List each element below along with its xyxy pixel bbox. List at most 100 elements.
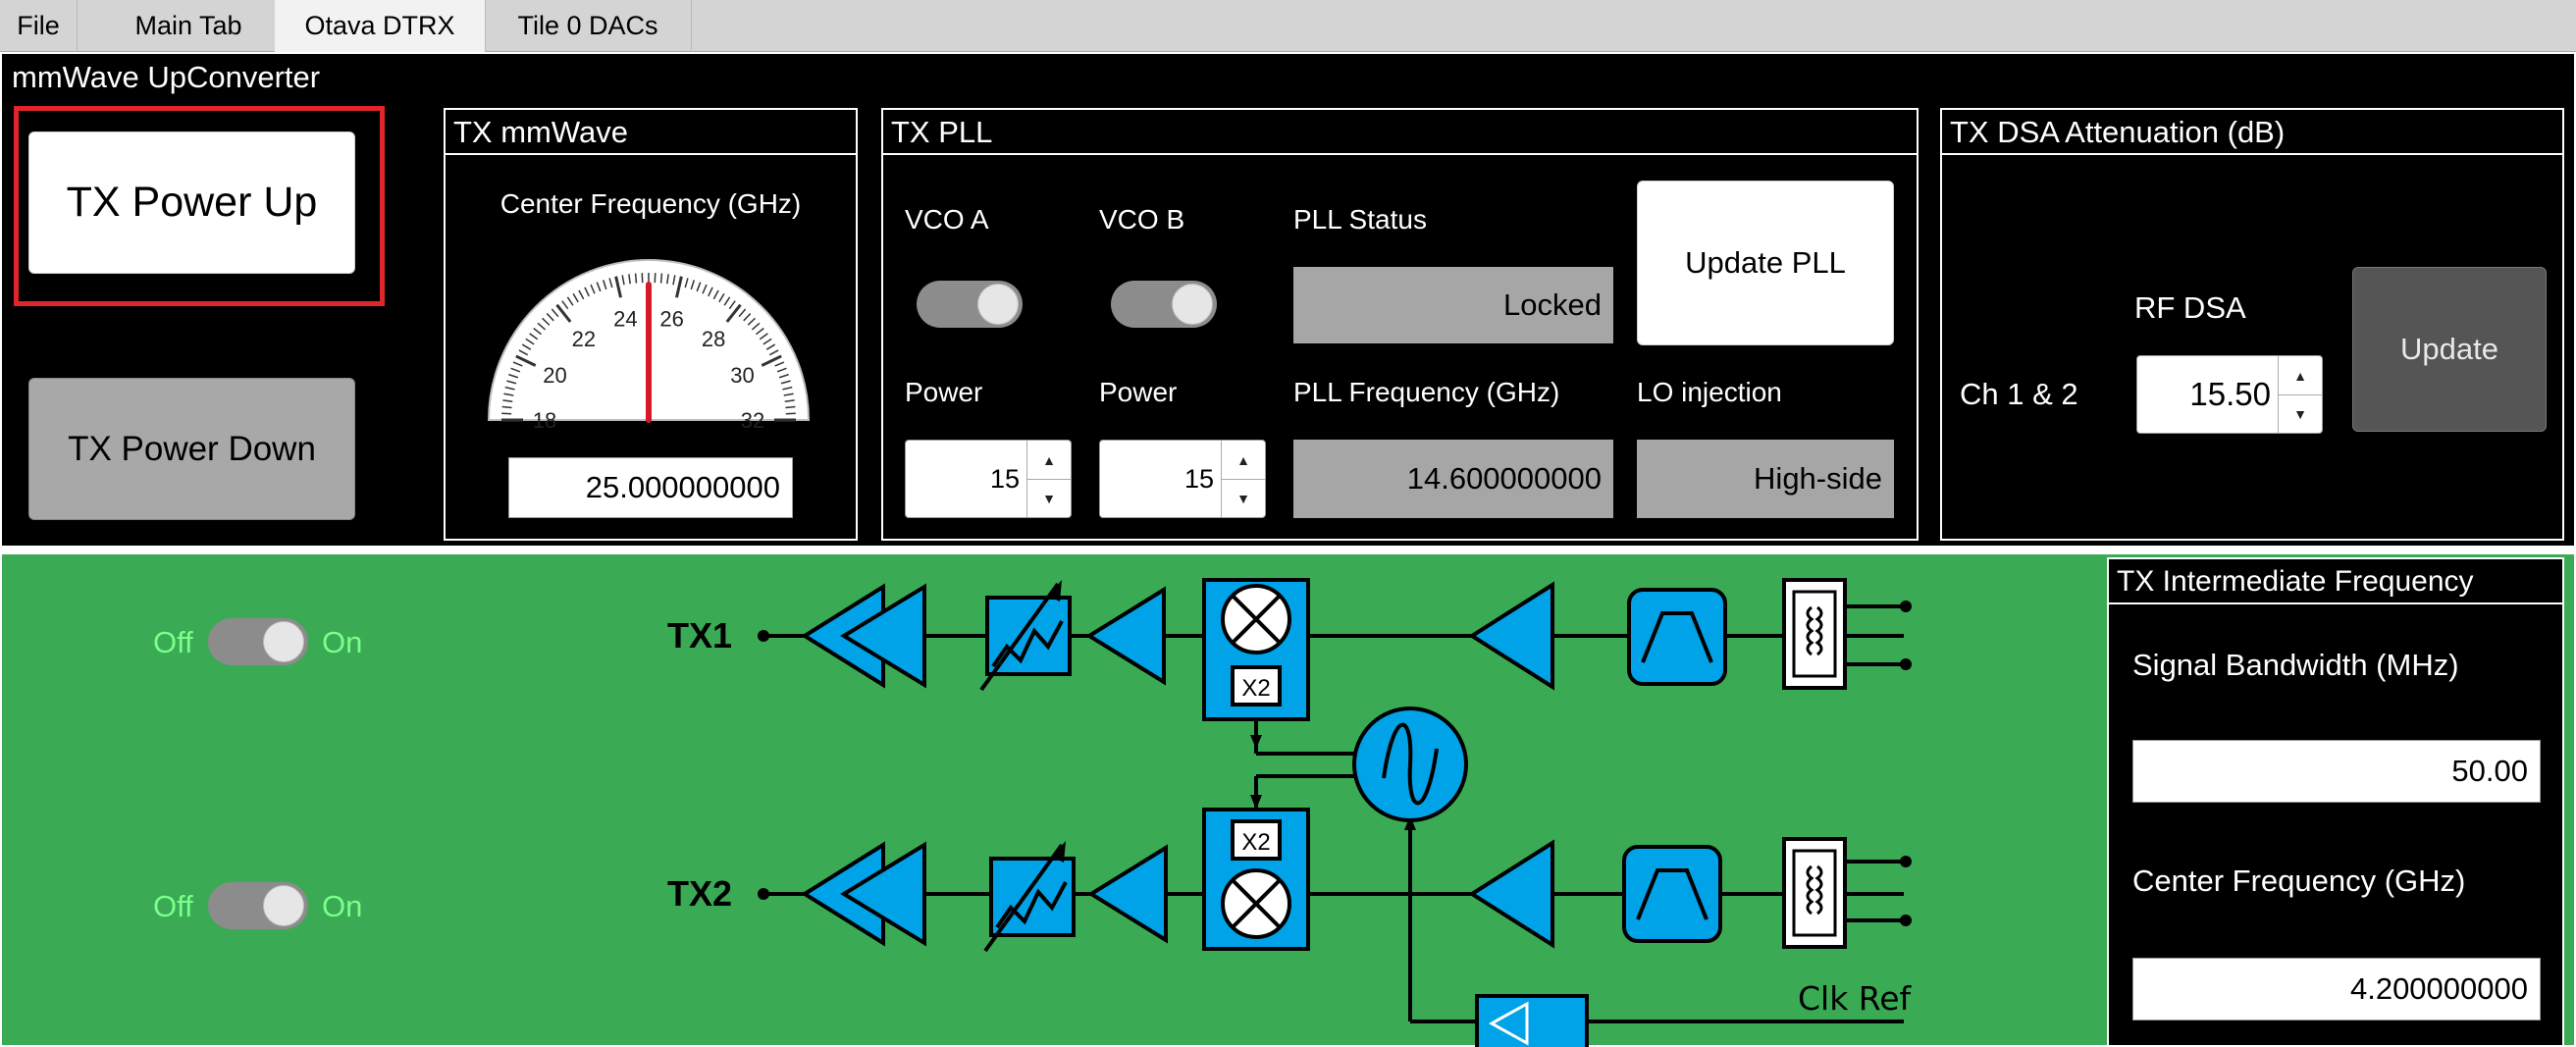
vco-b-toggle[interactable] — [1111, 281, 1217, 328]
tx-if-section: TX Intermediate Frequency Signal Bandwid… — [2107, 557, 2564, 1047]
bandwidth-field[interactable]: 50.00 — [2132, 740, 2541, 803]
power-b-stepper[interactable]: 15 ▲ ▼ — [1099, 440, 1266, 518]
tx2-port-dot — [758, 888, 769, 900]
gauge-tick — [634, 273, 638, 284]
stepper-value: 15 — [1183, 463, 1214, 494]
field-value: 4.200000000 — [2349, 971, 2528, 1006]
gauge-tick-label: 20 — [543, 363, 566, 388]
tab-otava-dtrx[interactable]: Otava DTRX — [275, 0, 486, 52]
tx-chain-diagram: TX1 TX2 X2 X2 Clk Ref — [667, 578, 1913, 1047]
button-label: TX Power Up — [66, 179, 318, 226]
gauge-tick-label: 24 — [613, 307, 637, 332]
gauge-tick — [785, 405, 796, 409]
tx2-label: TX2 — [667, 873, 732, 914]
gauge-tick — [501, 405, 512, 409]
toggle-knob — [1172, 284, 1213, 325]
tx1-driver-amp-icon — [1085, 586, 1166, 686]
panel-title: mmWave UpConverter — [12, 60, 321, 94]
stepper-up-icon[interactable]: ▲ — [2279, 356, 2322, 395]
stepper-arrows: ▲ ▼ — [1221, 441, 1265, 517]
section-title: TX PLL — [883, 110, 1917, 155]
tx1-bandpass-filter-icon — [1627, 588, 1727, 686]
tx-power-up-button[interactable]: TX Power Up — [28, 131, 355, 274]
section-title: TX mmWave — [446, 110, 856, 155]
port-dot — [1900, 856, 1912, 867]
vco-a-toggle[interactable] — [917, 281, 1023, 328]
update-pll-button[interactable]: Update PLL — [1637, 181, 1894, 345]
vco-a-label: VCO A — [905, 204, 989, 235]
button-label: TX Power Down — [68, 429, 316, 468]
port-dot — [1900, 915, 1912, 926]
section-title: TX Intermediate Frequency — [2109, 559, 2562, 604]
tx2-if-amp-icon — [1468, 839, 1554, 949]
update-dsa-button[interactable]: Update — [2352, 267, 2547, 432]
tab-main[interactable]: Main Tab — [102, 0, 276, 52]
tab-label: Main Tab — [134, 11, 242, 40]
tx2-x2-label: X2 — [1241, 829, 1270, 856]
stepper-up-icon[interactable]: ▲ — [1027, 441, 1071, 480]
stepper-arrows: ▲ ▼ — [1026, 441, 1071, 517]
readout-value: 14.600000000 — [1406, 461, 1602, 496]
field-value: 25.000000000 — [585, 470, 780, 504]
tx2-bandpass-filter-icon — [1622, 845, 1722, 943]
tx1-label: TX1 — [667, 615, 732, 655]
section-title: TX DSA Attenuation (dB) — [1942, 110, 2562, 155]
stepper-arrows: ▲ ▼ — [2278, 356, 2322, 433]
gauge-tick-label: 28 — [702, 327, 725, 351]
pll-frequency-label: PLL Frequency (GHz) — [1293, 377, 1560, 407]
center-frequency-field[interactable]: 25.000000000 — [508, 457, 793, 518]
gauge-tick-label: 30 — [730, 363, 754, 388]
pll-status-label: PLL Status — [1293, 204, 1427, 235]
gauge-tick-label: 18 — [533, 408, 556, 430]
tx1-if-amp-icon — [1468, 581, 1554, 691]
port-dot — [1900, 601, 1912, 612]
gauge-tick-label: 22 — [572, 327, 596, 351]
button-label: Update PLL — [1685, 245, 1846, 280]
stepper-up-icon[interactable]: ▲ — [1222, 441, 1265, 480]
tx-power-down-button[interactable]: TX Power Down — [28, 378, 355, 520]
gauge-tick — [659, 273, 663, 284]
power-a-label: Power — [905, 377, 983, 407]
tx1-x2-label: X2 — [1241, 675, 1270, 702]
if-center-frequency-field[interactable]: 4.200000000 — [2132, 958, 2541, 1021]
tab-label: Otava DTRX — [304, 11, 455, 40]
tx-pll-section: TX PLL VCO A VCO B PLL Status Locked Upd… — [881, 108, 1919, 541]
arrow-icon — [1250, 735, 1262, 749]
lo-injection-label: LO injection — [1637, 377, 1782, 407]
tx2-driver-amp-icon — [1087, 844, 1168, 944]
button-label: Update — [2400, 332, 2498, 366]
stepper-value: 15.50 — [2189, 376, 2271, 412]
pll-status-readout: Locked — [1293, 267, 1613, 343]
pll-frequency-readout: 14.600000000 — [1293, 440, 1613, 518]
stepper-value: 15 — [989, 463, 1020, 494]
rf-dsa-label: RF DSA — [2134, 290, 2246, 325]
stepper-down-icon[interactable]: ▼ — [2279, 394, 2322, 433]
readout-value: Locked — [1503, 288, 1602, 322]
tx-dsa-section: TX DSA Attenuation (dB) RF DSA Ch 1 & 2 … — [1940, 108, 2564, 541]
stepper-down-icon[interactable]: ▼ — [1222, 479, 1265, 517]
power-a-stepper[interactable]: 15 ▲ ▼ — [905, 440, 1072, 518]
tab-tile0-dacs[interactable]: Tile 0 DACs — [485, 0, 692, 52]
clk-ref-label: Clk Ref — [1798, 979, 1913, 1018]
if-center-frequency-label: Center Frequency (GHz) — [2132, 864, 2466, 898]
toggle-knob — [977, 284, 1019, 325]
tab-file[interactable]: File — [0, 0, 78, 52]
bandwidth-label: Signal Bandwidth (MHz) — [2132, 648, 2459, 682]
channel-label: Ch 1 & 2 — [1960, 377, 2078, 411]
readout-value: High-side — [1754, 461, 1882, 496]
vco-b-label: VCO B — [1099, 204, 1185, 235]
tab-label: Tile 0 DACs — [517, 11, 658, 40]
arrow-icon — [1250, 795, 1262, 810]
stepper-down-icon[interactable]: ▼ — [1027, 479, 1071, 517]
rf-dsa-stepper[interactable]: 15.50 ▲ ▼ — [2136, 355, 2323, 434]
gauge-tick-label: 32 — [741, 408, 764, 430]
port-dot — [1900, 658, 1912, 670]
tab-bar: File Main Tab Otava DTRX Tile 0 DACs — [0, 0, 2576, 52]
lo-injection-readout: High-side — [1637, 440, 1894, 518]
tx-mmwave-section: TX mmWave Center Frequency (GHz) 18 20 22 2… — [444, 108, 858, 541]
tx1-port-dot — [758, 630, 769, 642]
gauge-tick-label: 26 — [659, 307, 683, 332]
tab-label: File — [17, 11, 60, 40]
power-b-label: Power — [1099, 377, 1178, 407]
gauge-label: Center Frequency (GHz) — [499, 188, 802, 219]
